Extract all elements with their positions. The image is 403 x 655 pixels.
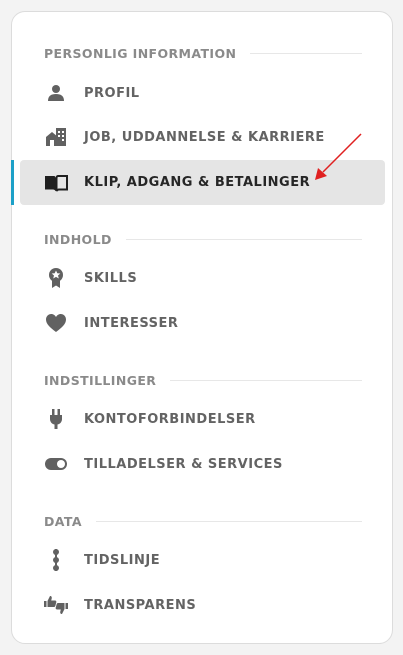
section-header-data: DATA	[44, 513, 362, 529]
heart-icon	[43, 311, 69, 335]
section-title: INDHOLD	[44, 231, 112, 247]
plug-icon	[43, 407, 69, 431]
menu-item-interesser[interactable]: INTERESSER	[20, 301, 385, 345]
open-book-icon	[43, 171, 69, 195]
award-ribbon-icon	[43, 266, 69, 290]
menu-item-label: TIDSLINJE	[84, 552, 161, 568]
menu-item-label: SKILLS	[84, 270, 138, 286]
thumbs-up-down-icon	[43, 593, 69, 617]
menu-item-kontoforbindelser[interactable]: KONTOFORBINDELSER	[20, 397, 385, 441]
menu-item-label: JOB, UDDANNELSE & KARRIERE	[84, 129, 325, 145]
section-divider	[250, 52, 362, 54]
section-divider	[170, 379, 362, 381]
section-header-personal-information: PERSONLIG INFORMATION	[44, 45, 362, 61]
section-header-indstillinger: INDSTILLINGER	[44, 372, 362, 388]
menu-item-label: INTERESSER	[84, 315, 179, 331]
section-divider	[125, 238, 362, 240]
menu-item-job-uddannelse-karriere[interactable]: JOB, UDDANNELSE & KARRIERE	[20, 115, 385, 159]
menu-item-label: KLIP, ADGANG & BETALINGER	[84, 175, 311, 190]
section-title: PERSONLIG INFORMATION	[44, 45, 237, 61]
menu-item-tilladelser-services[interactable]: TILLADELSER & SERVICES	[20, 442, 385, 486]
menu-item-label: TILLADELSER & SERVICES	[84, 456, 283, 472]
section-divider	[95, 520, 362, 522]
building-icon	[43, 125, 69, 149]
menu-item-transparens[interactable]: TRANSPARENS	[20, 583, 385, 627]
toggle-icon	[43, 452, 69, 476]
menu-item-label: KONTOFORBINDELSER	[84, 411, 256, 427]
menu-item-skills[interactable]: SKILLS	[20, 256, 385, 300]
section-header-indhold: INDHOLD	[44, 231, 362, 247]
menu-item-profil[interactable]: PROFIL	[20, 71, 385, 115]
menu-item-label: PROFIL	[84, 85, 140, 101]
menu-item-klip-adgang-betalinger[interactable]: KLIP, ADGANG & BETALINGER	[20, 160, 385, 205]
section-title: INDSTILLINGER	[44, 372, 157, 388]
active-indicator	[11, 160, 14, 205]
menu-item-tidslinje[interactable]: TIDSLINJE	[20, 538, 385, 582]
menu-item-label: TRANSPARENS	[84, 597, 197, 613]
timeline-icon	[43, 548, 69, 572]
section-title: DATA	[44, 513, 82, 529]
user-icon	[43, 81, 69, 105]
